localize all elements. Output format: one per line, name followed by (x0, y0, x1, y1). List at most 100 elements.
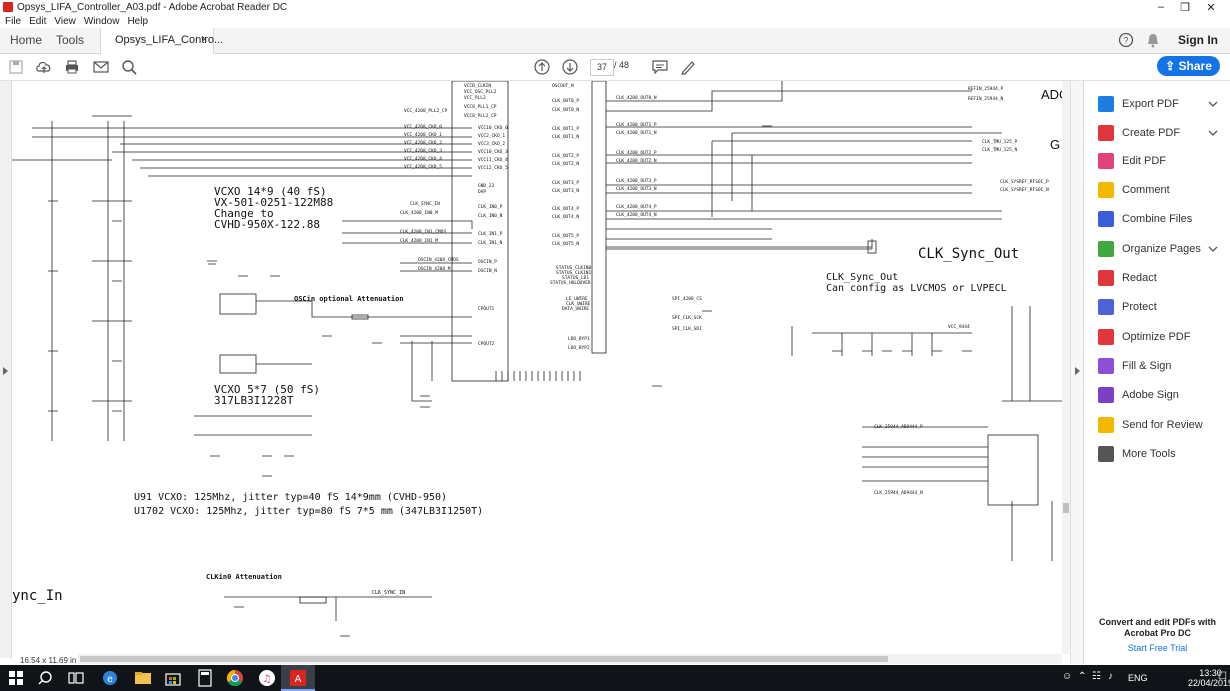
volume-icon[interactable]: ♪ (1108, 671, 1113, 682)
pin-label: VCC2_CKO_1 (478, 134, 506, 139)
comment-icon[interactable] (651, 58, 669, 76)
previous-page-icon[interactable] (533, 58, 551, 76)
vertical-scroll-thumb[interactable] (1063, 503, 1069, 513)
edge-browser-icon[interactable]: e (100, 668, 120, 688)
tool-optimize-pdf[interactable]: Optimize PDF (1098, 327, 1190, 347)
net-label: CLK_SYNC_IN (410, 202, 440, 207)
network-icon[interactable]: ☷ (1092, 671, 1101, 682)
itunes-icon[interactable]: ♫ (257, 668, 277, 688)
redact-icon (1098, 270, 1114, 286)
pin-label: CLK_OUT4_N (552, 215, 580, 220)
chrome-icon[interactable] (225, 668, 245, 688)
collapse-right-panel-icon[interactable] (1074, 366, 1081, 376)
tab-close-icon[interactable]: × (201, 28, 207, 53)
notification-bell-icon[interactable] (1146, 33, 1160, 48)
chevron-down-icon[interactable] (1208, 246, 1218, 252)
clk-sync-out-note-2: Can config as LVCMOS or LVPECL (826, 283, 1007, 294)
pin-label: VCC12_CKO_5 (478, 166, 508, 171)
tool-fill-sign[interactable]: Fill & Sign (1098, 356, 1172, 376)
tool-comment[interactable]: Comment (1098, 180, 1170, 200)
pin-label: CLK_OUT0_N (552, 108, 580, 113)
search-icon[interactable] (37, 668, 57, 688)
pin-label: DATA_UWIRE (562, 307, 590, 312)
task-view-icon[interactable] (66, 668, 86, 688)
save-icon[interactable] (7, 58, 25, 76)
close-button[interactable]: ✕ (1188, 0, 1230, 14)
tool-send-for-review[interactable]: Send for Review (1098, 415, 1203, 435)
menu-help[interactable]: Help (127, 16, 148, 27)
share-button[interactable]: ⇪ Share (1157, 56, 1220, 76)
print-icon[interactable] (63, 58, 81, 76)
start-free-trial-link[interactable]: Start Free Trial (1084, 643, 1230, 653)
vcxo-note-4: CVHD-950X-122.88 (214, 218, 320, 231)
net-label: VCC_4208_CKO_4 (404, 157, 442, 162)
net-label: CLK_25944_AD9444_P (874, 425, 923, 430)
search-icon[interactable] (120, 58, 138, 76)
right-panel-collapse-strip[interactable] (1070, 81, 1083, 664)
tool-create-pdf[interactable]: Create PDF (1098, 123, 1180, 143)
calculator-icon[interactable] (195, 668, 215, 688)
horizontal-scrollbar[interactable] (78, 654, 1062, 664)
store-icon[interactable] (163, 668, 183, 688)
people-icon[interactable]: ☺ (1062, 671, 1072, 682)
chevron-down-icon[interactable] (1208, 130, 1218, 136)
tab-tools[interactable]: Tools (56, 28, 84, 53)
taskbar: e ♫ A ☺ ⌃ ☷ ♪ ENG 13:30 22/04/2019 ☐ (0, 665, 1230, 691)
net-label: CLK_4208_OUT2_N (616, 159, 657, 164)
chevron-up-icon[interactable]: ⌃ (1078, 671, 1086, 682)
clk-sync-out-title: CLK_Sync_Out (918, 246, 1020, 262)
horizontal-scroll-thumb[interactable] (80, 656, 888, 662)
menu-edit[interactable]: Edit (29, 16, 46, 27)
tool-organize-pages[interactable]: Organize Pages (1098, 239, 1201, 259)
tool-protect[interactable]: Protect (1098, 297, 1157, 317)
tab-home[interactable]: Home (10, 28, 42, 53)
svg-text:A: A (295, 674, 302, 685)
vcxo5-note-2: 317LB3I1228T (214, 394, 294, 407)
expand-left-panel-icon[interactable] (2, 366, 9, 376)
acrobat-app-icon (3, 2, 13, 12)
vertical-scrollbar[interactable] (1062, 81, 1070, 654)
acrobat-taskbar-active[interactable]: A (281, 665, 315, 691)
tool-redact[interactable]: Redact (1098, 268, 1157, 288)
pin-label: VCC8_PLL1_CP (464, 105, 497, 110)
pin-label: CLK_OUT5_P (552, 234, 580, 239)
svg-text:e: e (107, 674, 113, 685)
net-label: REFIN_25944_N (968, 97, 1004, 102)
menu-window[interactable]: Window (84, 16, 120, 27)
action-center-icon[interactable]: ☐ (1218, 671, 1227, 682)
menu-view[interactable]: View (54, 16, 76, 27)
windows-start-icon[interactable] (6, 668, 26, 688)
sign-in-button[interactable]: Sign In (1178, 33, 1218, 47)
tool-label: Redact (1122, 272, 1157, 284)
tool-label: Protect (1122, 301, 1157, 313)
upload-cloud-icon[interactable] (35, 58, 53, 76)
send-for-review-icon (1098, 417, 1114, 433)
window-title: Opsys_LIFA_Controller_A03.pdf - Adobe Ac… (17, 1, 288, 13)
tool-adobe-sign[interactable]: Adobe Sign (1098, 385, 1179, 405)
highlight-pen-icon[interactable] (679, 58, 697, 76)
share-icon: ⇪ (1165, 59, 1179, 73)
email-icon[interactable] (92, 58, 110, 76)
tool-export-pdf[interactable]: Export PDF (1098, 94, 1179, 114)
tool-edit-pdf[interactable]: Edit PDF (1098, 151, 1166, 171)
net-label: CLK_4208_IN0_M (400, 211, 438, 216)
tool-more-tools[interactable]: More Tools (1098, 444, 1176, 464)
tool-combine-files[interactable]: Combine Files (1098, 209, 1192, 229)
adobe-sign-icon (1098, 387, 1114, 403)
file-explorer-icon[interactable] (133, 668, 153, 688)
next-page-icon[interactable] (561, 58, 579, 76)
menu-file[interactable]: File (5, 16, 21, 27)
help-icon[interactable]: ? (1118, 32, 1134, 48)
net-label: VCC_4208_CKO_0 (404, 125, 442, 130)
document-view[interactable]: VCXO 14*9 (40 fS) VX-501-0251-122M88 Cha… (12, 81, 1062, 654)
chevron-down-icon[interactable] (1208, 101, 1218, 107)
net-label: VCC_4208_CKO_5 (404, 165, 442, 170)
language-indicator[interactable]: ENG (1128, 673, 1148, 683)
page-number-input[interactable]: 37 (590, 59, 614, 76)
pin-label: CLK_IN1_N (478, 241, 503, 246)
pin-label: CLK_OUT2_P (552, 154, 580, 159)
left-nav-strip[interactable] (0, 81, 12, 658)
pin-label: VCC10_CKO_3 (478, 150, 508, 155)
tool-label: Adobe Sign (1122, 389, 1179, 401)
tab-document[interactable]: Opsys_LIFA_Contro... × (100, 28, 223, 54)
